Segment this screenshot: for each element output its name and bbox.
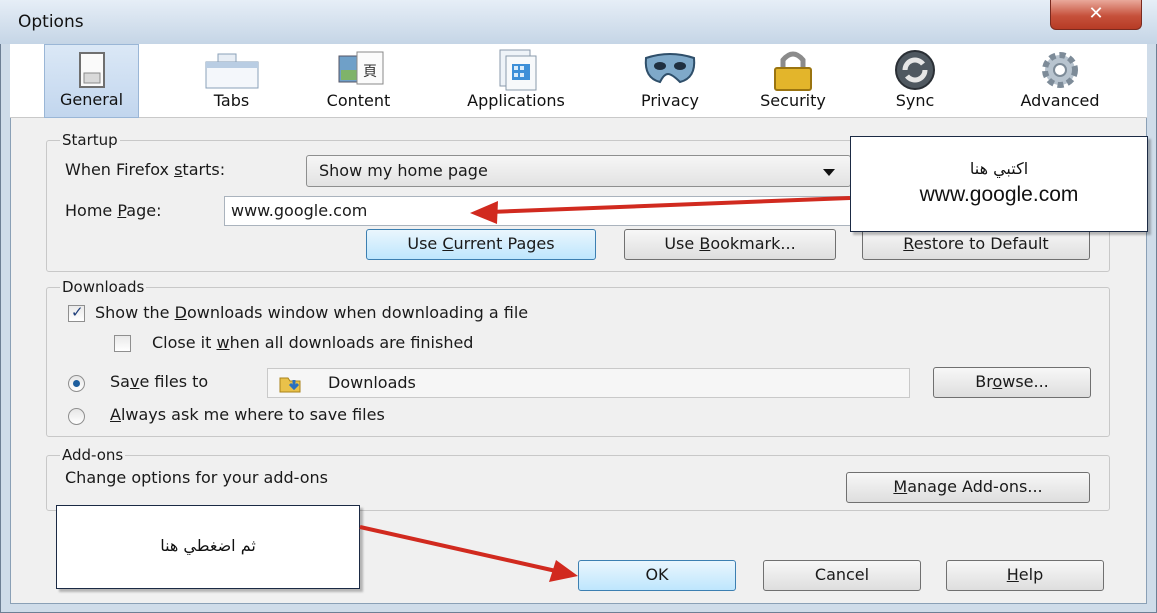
ok-arrow (359, 525, 557, 573)
annotation-arrows (359, 196, 851, 582)
homepage-arrowhead (470, 201, 498, 224)
homepage-arrow (489, 196, 851, 214)
ok-arrowhead (549, 560, 578, 582)
